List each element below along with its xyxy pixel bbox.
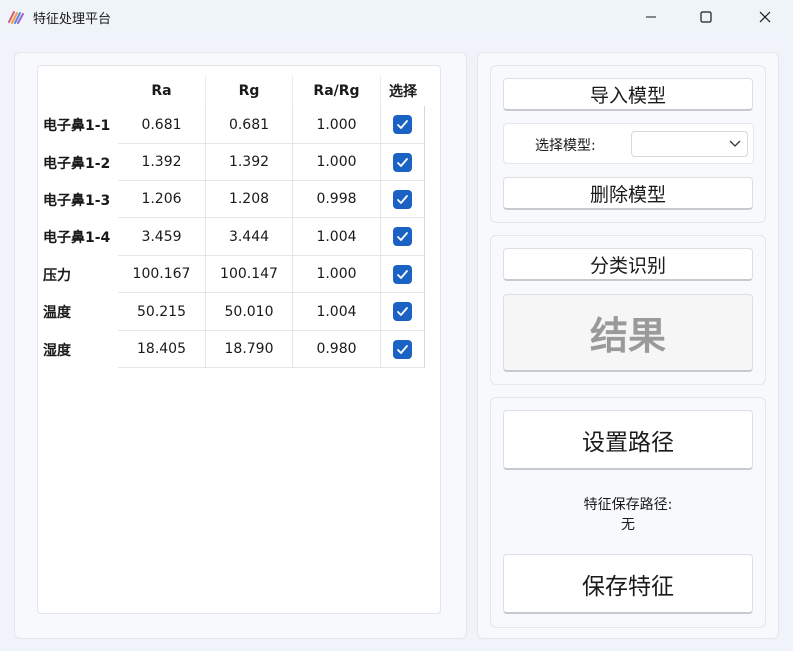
cell-select bbox=[381, 181, 425, 218]
column-header-ratio[interactable]: Ra/Rg bbox=[293, 76, 380, 106]
cell-rg[interactable]: 50.010 bbox=[206, 293, 293, 331]
cell-rg[interactable]: 1.392 bbox=[206, 144, 293, 181]
cell-rg[interactable]: 18.790 bbox=[206, 331, 293, 368]
select-checkbox[interactable] bbox=[393, 264, 412, 284]
cell-select bbox=[381, 293, 425, 331]
select-checkbox[interactable] bbox=[393, 115, 412, 134]
select-checkbox[interactable] bbox=[393, 152, 412, 172]
cell-ra[interactable]: 50.215 bbox=[118, 293, 206, 331]
save-path-value: 无 bbox=[621, 517, 635, 533]
row-header[interactable]: 电子鼻1-4 bbox=[38, 218, 118, 256]
cell-ra[interactable]: 18.405 bbox=[118, 331, 206, 368]
import-model-button[interactable]: 导入模型 bbox=[503, 78, 753, 111]
cell-rg[interactable]: 3.444 bbox=[206, 218, 293, 256]
row-header[interactable]: 电子鼻1-3 bbox=[38, 181, 118, 218]
cell-ratio[interactable]: 1.000 bbox=[293, 256, 381, 293]
cell-ra[interactable]: 1.392 bbox=[118, 144, 206, 181]
cell-rg[interactable]: 1.208 bbox=[206, 181, 293, 218]
select-checkbox[interactable] bbox=[393, 302, 412, 321]
select-checkbox[interactable] bbox=[393, 339, 412, 359]
column-header-ra[interactable]: Ra bbox=[118, 76, 205, 106]
checkmark-icon bbox=[397, 307, 408, 316]
app-logo-icon bbox=[8, 11, 24, 24]
cell-select bbox=[381, 106, 425, 144]
checkmark-icon bbox=[397, 157, 408, 167]
cell-select bbox=[381, 218, 425, 256]
cell-select bbox=[381, 144, 425, 181]
column-header-select[interactable]: 选择 bbox=[381, 76, 425, 106]
checkmark-icon bbox=[397, 194, 408, 204]
select-model-label: 选择模型: bbox=[535, 138, 596, 154]
delete-model-button[interactable]: 删除模型 bbox=[503, 177, 753, 210]
column-header-rg[interactable]: Rg bbox=[206, 76, 292, 106]
cell-ra[interactable]: 1.206 bbox=[118, 181, 206, 218]
minimize-button[interactable] bbox=[628, 0, 674, 34]
minimize-icon bbox=[646, 16, 656, 18]
row-header[interactable]: 压力 bbox=[38, 256, 118, 293]
row-header[interactable]: 电子鼻1-2 bbox=[38, 144, 118, 181]
cell-ratio[interactable]: 1.004 bbox=[293, 293, 381, 331]
cell-ra[interactable]: 0.681 bbox=[118, 106, 206, 144]
cell-ra[interactable]: 100.167 bbox=[118, 256, 206, 293]
cell-rg[interactable]: 0.681 bbox=[206, 106, 293, 144]
set-path-button[interactable]: 设置路径 bbox=[503, 410, 753, 470]
select-checkbox[interactable] bbox=[393, 227, 412, 246]
maximize-button[interactable] bbox=[683, 0, 729, 34]
cell-select bbox=[381, 256, 425, 293]
cell-ratio[interactable]: 1.000 bbox=[293, 144, 381, 181]
select-checkbox[interactable] bbox=[393, 189, 412, 209]
cell-rg[interactable]: 100.147 bbox=[206, 256, 293, 293]
checkmark-icon bbox=[397, 344, 408, 354]
cell-ratio[interactable]: 0.980 bbox=[293, 331, 381, 368]
close-icon bbox=[759, 11, 771, 23]
cell-select bbox=[381, 331, 425, 368]
window-title: 特征处理平台 bbox=[33, 12, 112, 27]
row-header[interactable]: 温度 bbox=[38, 293, 118, 331]
chevron-down-icon bbox=[729, 140, 741, 147]
row-header[interactable]: 电子鼻1-1 bbox=[38, 106, 118, 143]
classify-button[interactable]: 分类识别 bbox=[503, 248, 753, 281]
cell-ratio[interactable]: 1.004 bbox=[293, 218, 381, 256]
save-path-caption: 特征保存路径: bbox=[583, 497, 673, 513]
maximize-icon bbox=[700, 11, 712, 23]
save-feature-button[interactable]: 保存特征 bbox=[503, 554, 753, 614]
cell-ratio[interactable]: 0.998 bbox=[293, 181, 381, 218]
cell-ratio[interactable]: 1.000 bbox=[293, 106, 381, 144]
row-header[interactable]: 湿度 bbox=[38, 331, 118, 368]
checkmark-icon bbox=[397, 232, 408, 241]
checkmark-icon bbox=[397, 120, 408, 129]
result-display: 结果 bbox=[503, 294, 753, 372]
model-select[interactable] bbox=[631, 131, 748, 157]
checkmark-icon bbox=[397, 269, 408, 279]
title-bar: 特征处理平台 bbox=[0, 0, 793, 34]
cell-ra[interactable]: 3.459 bbox=[118, 218, 206, 256]
close-button[interactable] bbox=[742, 0, 788, 34]
